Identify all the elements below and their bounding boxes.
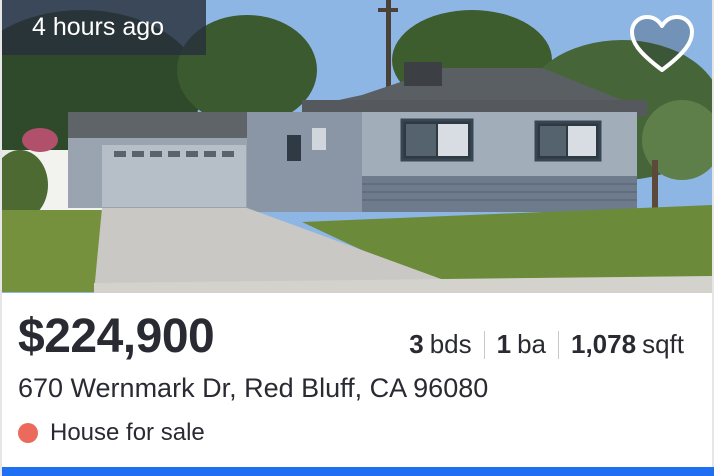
sqft-unit: sqft	[642, 329, 684, 359]
beds-value: 3	[409, 329, 424, 359]
listing-age-badge: 4 hours ago	[2, 0, 206, 55]
baths-unit: ba	[517, 329, 546, 359]
facts-divider	[558, 330, 559, 359]
facts-divider	[483, 330, 485, 359]
listing-price: $224,900	[18, 310, 215, 363]
sqft-value: 1,078	[571, 329, 637, 359]
card-accent-bar	[2, 467, 714, 476]
status-dot-icon	[18, 423, 38, 443]
baths-value: 1	[496, 329, 512, 359]
listing-status: House for sale	[18, 419, 205, 447]
listing-address[interactable]: 670 Wernmark Dr, Red Bluff, CA 96080	[18, 373, 488, 404]
heart-outline-icon	[630, 15, 694, 72]
listing-photo[interactable]: 4 hours ago	[2, 0, 712, 293]
status-label: House for sale	[50, 419, 205, 446]
listing-card[interactable]: 4 hours ago $224,900 3 bds 1 ba 1,078 sq…	[0, 0, 714, 476]
listing-facts: 3 bds 1 ba 1,078 sqft	[409, 329, 684, 360]
favorite-button[interactable]	[628, 14, 696, 76]
listing-info: $224,900 3 bds 1 ba 1,078 sqft 670 Wernm…	[2, 293, 712, 465]
beds-unit: bds	[429, 329, 472, 359]
